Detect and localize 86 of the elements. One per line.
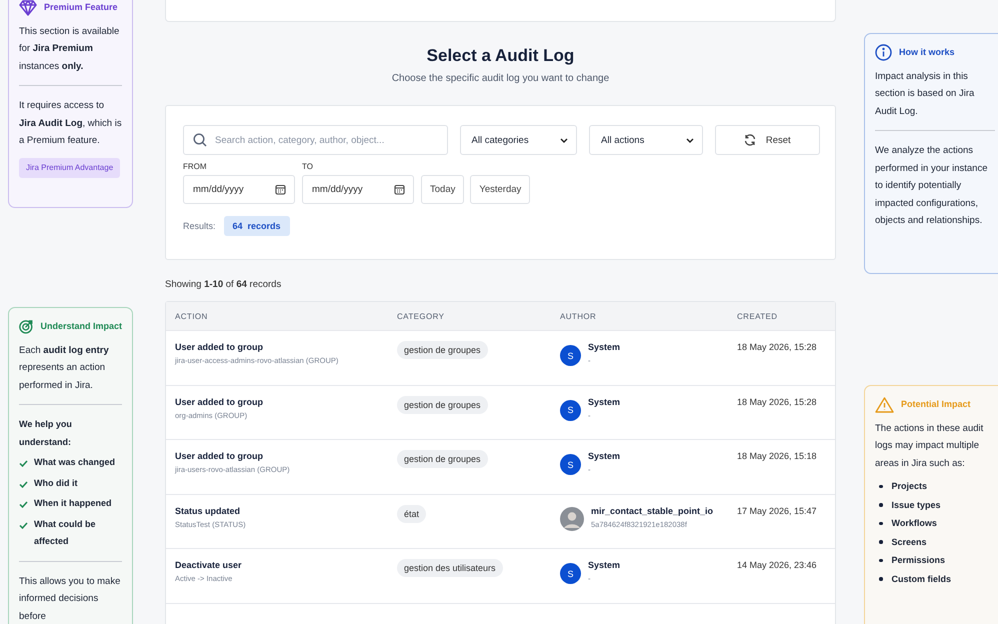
date-preset-button[interactable]: Today	[421, 175, 464, 204]
panel-text: We help you understand:	[19, 418, 73, 448]
page-subtitle: Choose the specific audit log you want to change	[390, 73, 610, 84]
panel-title: Potential Impact	[901, 398, 971, 411]
checklist-item: When it happened	[34, 497, 112, 510]
author-name: System	[588, 342, 620, 352]
created-date: 17 May 2026, 15:47	[737, 506, 817, 516]
checklist-item: What was changed	[34, 456, 116, 469]
panel-text: It requires access to Jira Audit Log, which is a Premium feature.	[19, 99, 122, 148]
panel-text: The actions in these audit logs may impact multiple areas in Jira such as:	[875, 422, 984, 470]
panel-title: Understand Impact	[40, 320, 122, 333]
checklist-item: Who did it	[34, 476, 78, 490]
page-title: Select a Audit Log	[426, 46, 576, 66]
author-name: System	[588, 560, 620, 570]
date-label: TO	[302, 162, 314, 171]
search-field[interactable]: Search action, category, author, object...	[183, 125, 448, 155]
column-header: CATEGORY	[396, 312, 446, 320]
avatar: S	[560, 563, 581, 584]
category-tag: gestion de groupes	[397, 450, 488, 468]
chevron-icon	[560, 138, 568, 142]
info-icon	[875, 44, 892, 62]
action-title: User added to group	[175, 342, 264, 352]
list-item: Projects	[892, 480, 928, 493]
category-dropdown[interactable]: All categories	[460, 125, 578, 155]
author-name: System	[588, 451, 620, 461]
warning-icon	[875, 396, 894, 413]
list-item: Workflows	[892, 517, 937, 530]
column-header: AUTHOR	[559, 312, 598, 320]
panel-title: Premium Feature	[44, 1, 118, 14]
panel-text: Each audit log entry represents an action performed in Jira.	[19, 344, 110, 392]
bullet-icon	[879, 577, 882, 580]
panel-text: This allows you to make informed decisions before	[19, 574, 122, 624]
action-title: User added to group	[175, 396, 264, 406]
category-tag: état	[397, 504, 426, 522]
target-icon	[19, 318, 34, 336]
list-item: Custom fields	[892, 572, 952, 586]
results-label: Results:	[183, 221, 216, 231]
date-preset-button[interactable]: Yesterday	[470, 175, 530, 204]
created-date: 18 May 2026, 15:28	[737, 396, 817, 406]
action-title: Deactivate user	[175, 560, 242, 570]
avatar-placeholder	[560, 506, 584, 530]
check-icon	[19, 480, 28, 488]
category-tag: gestion des utilisateurs	[397, 559, 503, 577]
action-title: Status updated	[175, 506, 240, 516]
bullet-icon	[879, 503, 882, 506]
bullet-icon	[879, 558, 882, 562]
list-item: Permissions	[892, 554, 946, 567]
premium-tag: Jira Premium Advantage	[19, 158, 120, 178]
panel-text: We analyze the actions performed in your instance to identify potentially impacted configurations, objects and relationships.	[875, 144, 988, 228]
created-date: 14 May 2026, 23:46	[737, 560, 817, 570]
action-title: User added to group	[175, 451, 264, 461]
action-dropdown[interactable]: All actions	[589, 125, 702, 155]
calendar-icon	[394, 184, 405, 195]
check-icon	[19, 522, 28, 528]
reset-button[interactable]: Reset	[714, 125, 820, 155]
check-icon	[19, 501, 28, 508]
avatar: S	[560, 454, 581, 475]
author-name: System	[588, 396, 620, 406]
panel-title: How it works	[899, 46, 955, 59]
date-field[interactable]: mm/dd/yyyy	[183, 175, 295, 204]
list-item: Screens	[892, 536, 927, 548]
panel-text: This section is available for Jira Premium instances only.	[19, 24, 120, 74]
results-badge: 64 records	[224, 216, 290, 236]
bullet-icon	[879, 540, 882, 544]
created-date: 18 May 2026, 15:28	[737, 342, 817, 352]
check-icon	[19, 460, 28, 467]
created-date: 18 May 2026, 15:18	[737, 451, 817, 461]
date-label: FROM	[183, 162, 208, 171]
checklist-item: What could be affected	[34, 518, 96, 548]
column-header: CREATED	[737, 312, 778, 320]
panel-text: Impact analysis in this section is based on Jira Audit Log.	[875, 70, 976, 118]
bullet-icon	[879, 484, 882, 488]
category-tag: gestion de groupes	[397, 396, 488, 414]
avatar: S	[560, 345, 581, 366]
chevron-icon	[686, 138, 694, 142]
showing-text: Showing 1-10 of 64 records	[165, 279, 282, 290]
author-name: mir_contact_stable_point_io	[591, 506, 714, 516]
list-item: Issue types	[892, 498, 941, 512]
column-header: ACTION	[174, 312, 209, 320]
avatar: S	[560, 400, 581, 420]
calendar-icon	[275, 184, 286, 195]
refresh-icon	[744, 134, 756, 146]
category-tag: gestion de groupes	[397, 341, 488, 359]
bullet-icon	[879, 522, 882, 525]
diamond-icon	[19, 0, 37, 16]
date-field[interactable]: mm/dd/yyyy	[302, 175, 414, 204]
